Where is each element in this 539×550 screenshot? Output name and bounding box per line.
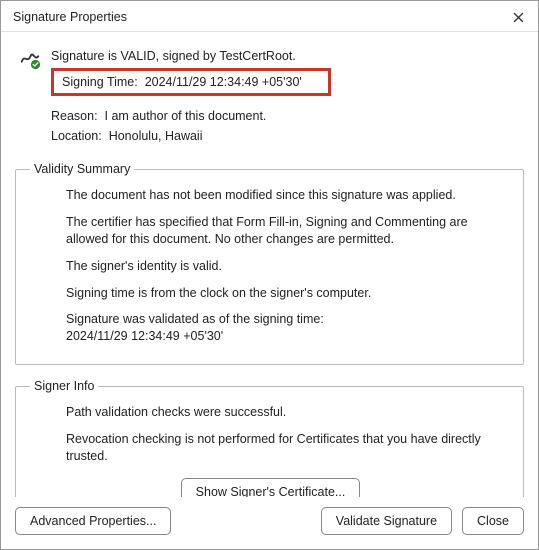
signing-time-value: 2024/11/29 12:34:49 +05'30'	[145, 75, 302, 89]
location-label: Location:	[51, 129, 102, 143]
content-area: Signature is VALID, signed by TestCertRo…	[1, 32, 538, 497]
signer-info-line: Revocation checking is not performed for…	[66, 426, 511, 470]
reason-label: Reason:	[51, 109, 98, 123]
footer-left: Advanced Properties...	[15, 507, 171, 535]
validity-line: Signature was validated as of the signin…	[66, 306, 511, 350]
signature-valid-icon	[19, 48, 41, 70]
validate-signature-button[interactable]: Validate Signature	[321, 507, 452, 535]
signature-valid-text: Signature is VALID, signed by TestCertRo…	[51, 46, 524, 66]
signing-time-highlight: Signing Time: 2024/11/29 12:34:49 +05'30…	[51, 68, 331, 96]
window-title: Signature Properties	[13, 10, 127, 24]
close-button[interactable]	[508, 7, 528, 27]
validity-summary-body: The document has not been modified since…	[30, 182, 511, 350]
signer-info-legend: Signer Info	[30, 379, 98, 393]
signer-info-line: Path validation checks were successful.	[66, 399, 511, 426]
signature-lines: Signature is VALID, signed by TestCertRo…	[51, 46, 524, 146]
signer-info-group: Signer Info Path validation checks were …	[15, 379, 524, 497]
reason-value: I am author of this document.	[105, 109, 267, 123]
footer-right: Validate Signature Close	[321, 507, 524, 535]
validity-summary-legend: Validity Summary	[30, 162, 134, 176]
signing-time-label: Signing Time:	[62, 75, 138, 89]
validity-line: The document has not been modified since…	[66, 182, 511, 209]
location-value: Honolulu, Hawaii	[109, 129, 203, 143]
reason-line: Reason: I am author of this document.	[51, 106, 524, 126]
show-cert-row: Show Signer's Certificate...	[30, 470, 511, 497]
validity-summary-group: Validity Summary The document has not be…	[15, 162, 524, 365]
location-line: Location: Honolulu, Hawaii	[51, 126, 524, 146]
close-dialog-button[interactable]: Close	[462, 507, 524, 535]
validity-line: Signing time is from the clock on the si…	[66, 280, 511, 307]
footer: Advanced Properties... Validate Signatur…	[1, 497, 538, 549]
close-icon	[513, 12, 524, 23]
advanced-properties-button[interactable]: Advanced Properties...	[15, 507, 171, 535]
titlebar: Signature Properties	[1, 1, 538, 32]
validity-line: The certifier has specified that Form Fi…	[66, 209, 511, 253]
signer-info-body: Path validation checks were successful. …	[30, 399, 511, 470]
signature-header: Signature is VALID, signed by TestCertRo…	[15, 44, 524, 156]
show-signers-certificate-button[interactable]: Show Signer's Certificate...	[181, 478, 361, 497]
validity-line: The signer's identity is valid.	[66, 253, 511, 280]
